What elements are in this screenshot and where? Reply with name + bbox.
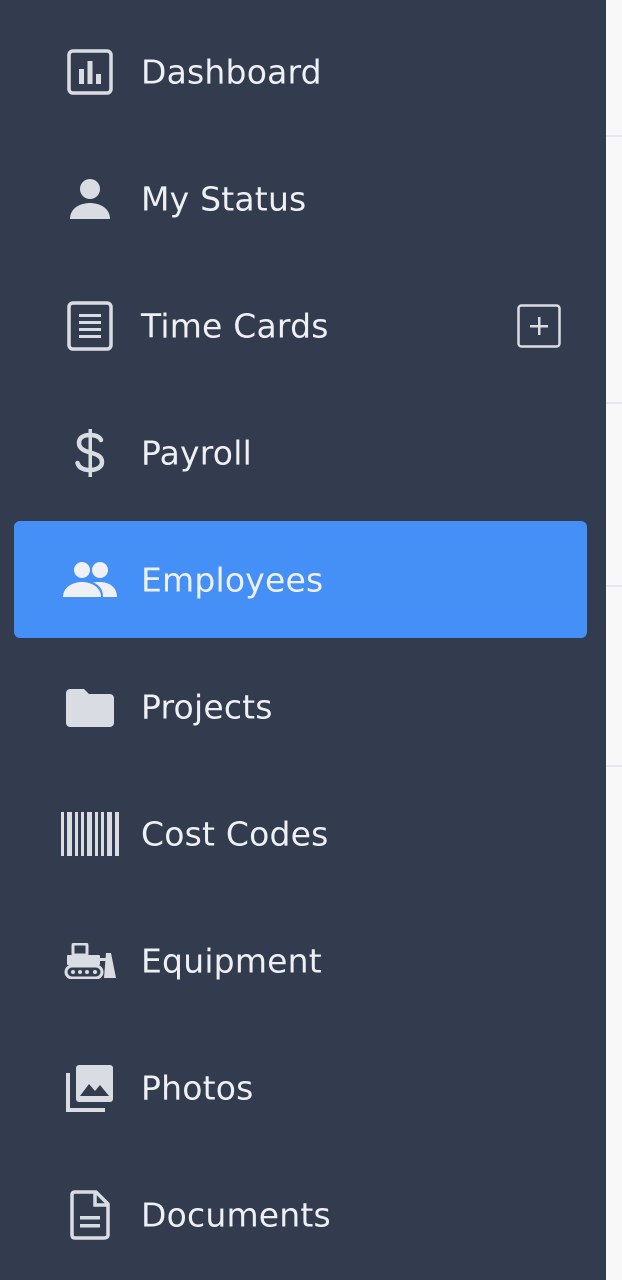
dashboard-icon	[59, 44, 121, 100]
bulldozer-icon	[59, 933, 121, 989]
divider	[606, 402, 622, 404]
sidebar-item-my-status[interactable]: My Status	[14, 140, 587, 257]
sidebar-item-label: Employees	[141, 560, 324, 599]
document-lines-icon	[59, 298, 121, 354]
barcode-icon	[59, 806, 121, 862]
document-icon	[59, 1187, 121, 1243]
sidebar-item-employees[interactable]: Employees	[14, 521, 587, 638]
sidebar-item-equipment[interactable]: Equipment	[14, 902, 587, 1019]
photo-library-icon	[59, 1060, 121, 1116]
sidebar-item-dashboard[interactable]: Dashboard	[14, 13, 587, 130]
divider	[606, 765, 622, 767]
divider	[606, 135, 622, 137]
folder-icon	[59, 679, 121, 735]
people-icon	[59, 552, 121, 608]
content-pane-edge	[606, 0, 622, 1280]
sidebar-nav: Dashboard My Status Time Cards Payroll E…	[0, 0, 606, 1280]
sidebar-item-documents[interactable]: Documents	[14, 1156, 587, 1273]
sidebar-item-time-cards[interactable]: Time Cards	[14, 267, 587, 384]
sidebar-item-label: Cost Codes	[141, 814, 329, 853]
sidebar-item-label: Dashboard	[141, 52, 322, 91]
person-icon	[59, 171, 121, 227]
dollar-icon	[59, 425, 121, 481]
sidebar-item-label: Photos	[141, 1068, 254, 1107]
sidebar-item-payroll[interactable]: Payroll	[14, 394, 587, 511]
divider	[606, 585, 622, 587]
sidebar-item-projects[interactable]: Projects	[14, 648, 587, 765]
add-time-card-button[interactable]	[517, 303, 561, 348]
sidebar-item-label: Documents	[141, 1195, 331, 1234]
add-square-icon	[517, 303, 561, 348]
sidebar-item-label: Time Cards	[141, 306, 329, 345]
sidebar-item-label: My Status	[141, 179, 307, 218]
sidebar-item-label: Payroll	[141, 433, 252, 472]
sidebar-item-label: Projects	[141, 687, 273, 726]
sidebar-item-label: Equipment	[141, 941, 322, 980]
sidebar-item-photos[interactable]: Photos	[14, 1029, 587, 1146]
sidebar-item-cost-codes[interactable]: Cost Codes	[14, 775, 587, 892]
